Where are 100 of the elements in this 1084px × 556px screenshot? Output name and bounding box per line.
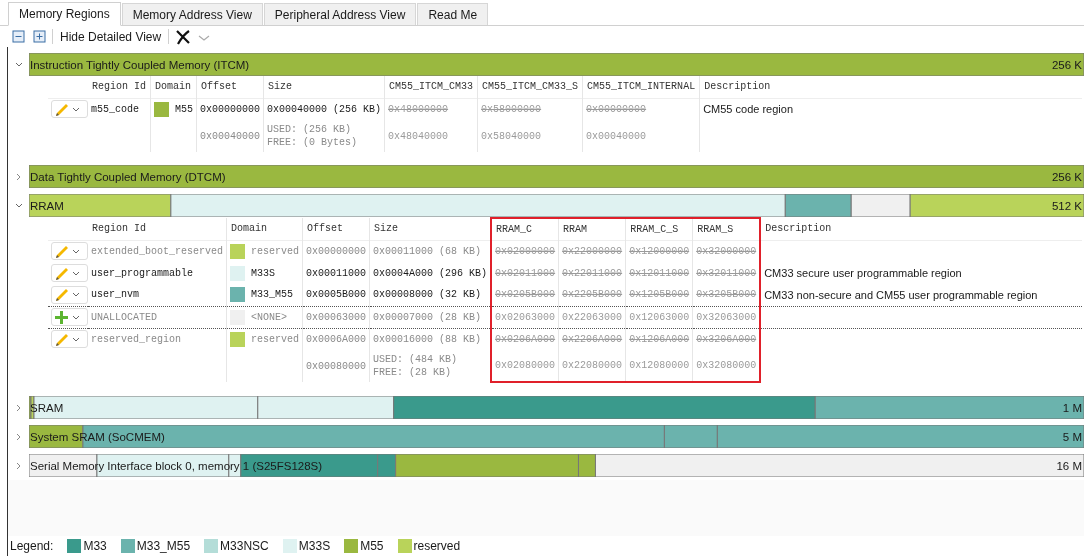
domain-name: reserved — [251, 332, 300, 347]
address-cell: 0x58040000 — [477, 120, 583, 152]
tab[interactable]: Memory Regions — [8, 2, 121, 26]
table-cell: 0x00080000 — [302, 350, 370, 382]
chevron-right-icon[interactable] — [15, 403, 22, 412]
chevron-right-icon[interactable] — [15, 461, 22, 470]
memory-title: Data Tightly Coupled Memory (DTCM) — [30, 170, 226, 185]
column-header: CM55_ITCM_INTERNAL — [582, 76, 700, 98]
legend-item: reserved — [413, 538, 461, 555]
tab[interactable]: Peripheral Address View — [263, 3, 417, 25]
domain-name: M33_M55 — [251, 288, 294, 303]
column-header: Offset — [196, 76, 264, 98]
tab[interactable]: Read Me — [417, 3, 489, 25]
column-header: Description — [760, 218, 1082, 240]
address-cell: 0x32000000 — [692, 240, 761, 262]
address-cell: 0x0205B000 — [491, 284, 559, 306]
column-header: CM55_ITCM_CM33_S — [477, 76, 583, 98]
table-cell: 0x0006A000 — [302, 328, 370, 350]
address-cell: 0x02080000 — [491, 350, 559, 382]
description-text: CM33 secure user programmable region — [760, 262, 1082, 284]
table-cell: 0x00040000 (256 KB) — [263, 98, 385, 120]
chevron-down-icon[interactable] — [72, 291, 80, 299]
address-cell: 0x12063000 — [625, 306, 693, 328]
address-cell: 0x12080000 — [625, 350, 693, 382]
hide-detailed-view-button[interactable]: Hide Detailed View — [59, 27, 163, 46]
address-cell: 0x02000000 — [491, 240, 559, 262]
table-cell: 0x00000000 — [196, 98, 264, 120]
pencil-icon — [54, 243, 69, 259]
address-cell: 0x02011000 — [491, 262, 559, 284]
column-header: Domain — [226, 218, 303, 240]
table-cell: 0x00016000 (88 KB) — [369, 328, 492, 350]
address-cell: 0x48000000 — [384, 98, 478, 120]
address-cell: 0x3205B000 — [692, 284, 761, 306]
column-header: Offset — [302, 218, 370, 240]
address-cell: 0x22080000 — [558, 350, 626, 382]
chevron-down-icon[interactable] — [72, 105, 80, 113]
address-cell: 0x58000000 — [477, 98, 583, 120]
memory-size: 1 M — [1062, 401, 1082, 416]
chevron-right-icon[interactable] — [15, 172, 22, 181]
table-cell: 0x00011000 (68 KB) — [369, 240, 492, 262]
table-cell: 0x00063000 — [302, 306, 370, 328]
expand-all-icon[interactable] — [33, 30, 46, 43]
address-cell: 0x3206A000 — [692, 328, 761, 350]
table-cell: 0x00011000 — [302, 262, 370, 284]
used-size: USED: (256 KB) — [267, 123, 353, 136]
address-cell: 0x02063000 — [491, 306, 559, 328]
table-cell: UNALLOCATED — [88, 306, 227, 328]
column-header: Domain — [150, 76, 197, 98]
address-cell: 0x32080000 — [692, 350, 761, 382]
address-cell: 0x48040000 — [384, 120, 478, 152]
chevron-down-icon[interactable] — [72, 269, 80, 277]
table-cell: m55_code — [88, 98, 151, 120]
address-cell: 0x12011000 — [625, 262, 693, 284]
address-cell: 0x2206A000 — [558, 328, 626, 350]
tab[interactable]: Memory Address View — [121, 3, 263, 25]
chevron-down-icon[interactable] — [14, 202, 23, 209]
close-icon[interactable] — [175, 28, 192, 45]
table-cell: 0x0004A000 (296 KB) — [369, 262, 492, 284]
chevron-down-icon[interactable] — [72, 247, 80, 255]
memory-title: RRAM — [30, 199, 64, 214]
address-cell: 0x12000000 — [625, 240, 693, 262]
table-cell: 0x00040000 — [196, 120, 264, 152]
address-cell: 0x32011000 — [692, 262, 761, 284]
address-cell: 0x22011000 — [558, 262, 626, 284]
edit-button[interactable] — [51, 308, 88, 326]
address-cell: 0x1205B000 — [625, 284, 693, 306]
chevron-down-icon[interactable] — [72, 335, 80, 343]
table-cell: 0x00008000 (32 KB) — [369, 284, 492, 306]
memory-size: 512 K — [1051, 199, 1082, 214]
pencil-icon — [54, 101, 69, 117]
column-header: RRAM_C_S — [625, 218, 693, 240]
domain-name: M33S — [251, 266, 276, 281]
address-cell: 0x0206A000 — [491, 328, 559, 350]
chevron-down-icon[interactable] — [14, 61, 23, 68]
legend-item: M33_M55 — [136, 538, 191, 555]
memory-title: Instruction Tightly Coupled Memory (ITCM) — [30, 58, 250, 73]
column-header: Size — [369, 218, 492, 240]
domain-name: <NONE> — [251, 310, 288, 325]
column-header: CM55_ITCM_CM33 — [384, 76, 478, 98]
column-header: RRAM_S — [692, 218, 761, 240]
legend-item: M33S — [298, 538, 331, 555]
description-text: CM55 code region — [699, 98, 1082, 120]
pencil-icon — [54, 331, 69, 347]
memory-size: 256 K — [1051, 58, 1082, 73]
chevron-down-icon[interactable] — [72, 313, 80, 321]
pencil-icon — [54, 287, 69, 303]
table-cell: 0x00007000 (28 KB) — [369, 306, 492, 328]
address-cell: 0x1206A000 — [625, 328, 693, 350]
chevron-right-icon[interactable] — [15, 432, 22, 441]
column-header: RRAM_C — [491, 218, 559, 240]
pencil-icon — [54, 265, 69, 281]
legend-item: M33 — [83, 538, 107, 555]
collapse-all-icon[interactable] — [12, 30, 25, 43]
used-size: USED: (484 KB) — [373, 353, 459, 366]
address-cell: 0x2205B000 — [558, 284, 626, 306]
column-header: RRAM — [558, 218, 626, 240]
table-cell: extended_boot_reserved — [88, 240, 227, 262]
table-cell: reserved_region — [88, 328, 227, 350]
column-header: Region Id — [88, 76, 151, 98]
domain-name: M55 — [175, 102, 194, 117]
